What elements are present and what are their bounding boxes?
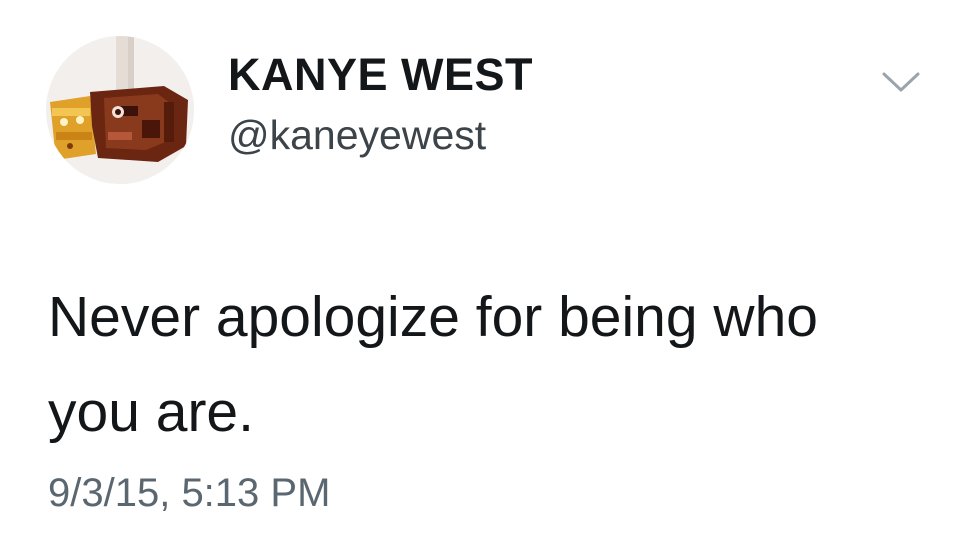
tweet-text: Never apologize for being who you are. [48,285,818,444]
tweet-card: KANYE WEST @kaneyewest Never apologize f… [0,0,968,554]
tweet-timestamp[interactable]: 9/3/15, 5:13 PM [48,468,330,518]
profile-photo-image [46,36,194,184]
author-handle[interactable]: @kaneyewest [228,110,486,160]
chevron-down-icon[interactable] [878,66,924,96]
avatar[interactable] [46,36,194,184]
author-display-name[interactable]: KANYE WEST [228,48,533,102]
